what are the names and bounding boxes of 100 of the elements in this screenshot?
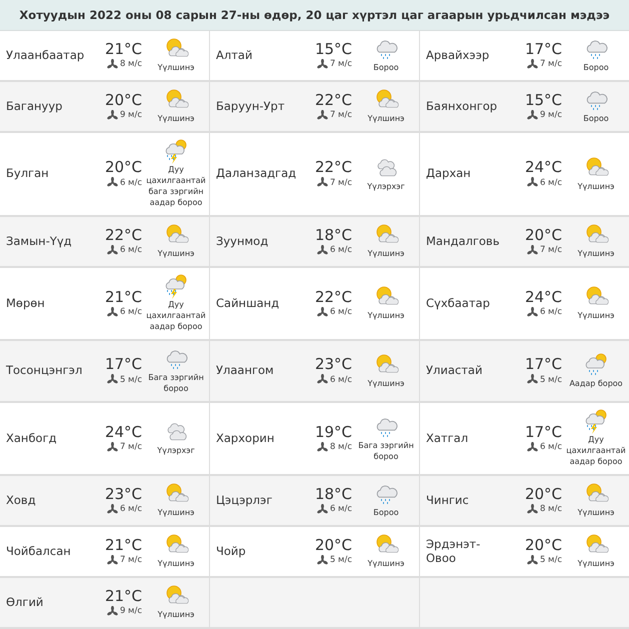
- fan-icon: [106, 110, 118, 120]
- wind-speed: 5 м/с: [330, 555, 352, 565]
- city-name: Алтай: [216, 48, 254, 62]
- fan-icon: [316, 374, 328, 385]
- wind-speed: 9 м/с: [120, 606, 142, 616]
- fan-icon: [106, 374, 118, 385]
- weather-description: Бороо: [372, 507, 400, 518]
- weather-description: Үүлшинэ: [156, 248, 196, 259]
- city-name: Мандалговь: [426, 234, 500, 248]
- temperature: 17°C: [524, 355, 562, 373]
- fan-icon: [316, 554, 328, 566]
- weather-description: Дуу цахилгаантай аадар бороо: [565, 434, 627, 467]
- fan-icon: [526, 110, 538, 120]
- weather-description: Үүлшинэ: [156, 507, 196, 518]
- fan-icon: [316, 177, 328, 188]
- weather-description: Үүлшинэ: [156, 609, 196, 620]
- wind-speed: 6 м/с: [120, 245, 142, 255]
- fan-icon: [316, 110, 328, 120]
- weather-description: Дуу цахилгаантай аадар бороо: [145, 299, 207, 332]
- temperature: 20°C: [524, 536, 562, 554]
- weather-description: Үүлшинэ: [576, 248, 616, 259]
- city-name: Даланзадгад: [216, 166, 298, 180]
- weather-description: Үүлшинэ: [366, 558, 406, 569]
- fan-icon: [106, 442, 118, 452]
- temperature: 24°C: [524, 288, 562, 306]
- temperature: 15°C: [524, 90, 562, 108]
- weather-description: Дуу цахилгаантай бага зэргийн аадар бороо: [145, 164, 207, 208]
- weather-description: Үүлшинэ: [366, 378, 406, 388]
- fan-icon: [316, 306, 328, 318]
- wind-speed: 6 м/с: [540, 307, 562, 317]
- fan-icon: [526, 374, 538, 385]
- weather-description: Үүлшинэ: [576, 507, 616, 518]
- wind-speed: 6 м/с: [540, 442, 562, 452]
- weather-description: Үүлшинэ: [366, 113, 406, 124]
- temperature: 19°C: [314, 422, 352, 440]
- wind-speed: 6 м/с: [120, 307, 142, 317]
- weather-description: Бага зэргийн бороо: [357, 440, 415, 462]
- city-name: Ховд: [6, 492, 37, 506]
- weather-description: Бороо: [582, 113, 610, 124]
- temperature: 18°C: [314, 484, 352, 502]
- city-name: Чойбалсан: [6, 544, 72, 558]
- city-name: Улаангом: [216, 363, 275, 377]
- wind-speed: 7 м/с: [330, 178, 352, 188]
- fan-icon: [526, 58, 538, 70]
- wind-speed: 6 м/с: [330, 504, 352, 514]
- wind-speed: 7 м/с: [330, 59, 352, 69]
- temperature: 24°C: [524, 158, 562, 176]
- weather-description: Үүлшинэ: [156, 62, 196, 73]
- temperature: 22°C: [104, 226, 142, 244]
- city-name: Цэцэрлэг: [216, 492, 274, 506]
- temperature: 17°C: [524, 422, 562, 440]
- temperature: 22°C: [314, 90, 352, 108]
- weather-description: Бага зэргийн бороо: [147, 372, 205, 394]
- temperature: 24°C: [104, 422, 142, 440]
- temperature: 20°C: [104, 90, 142, 108]
- temperature: 18°C: [314, 226, 352, 244]
- weather-description: Үүлэрхэг: [156, 445, 196, 456]
- city-name: Чингис: [426, 492, 470, 506]
- city-name: Ханбогд: [6, 430, 58, 444]
- fan-icon: [526, 554, 538, 566]
- fan-icon: [526, 504, 538, 514]
- temperature: 21°C: [104, 586, 142, 604]
- weather-description: Үүлшинэ: [576, 180, 616, 192]
- weather-description: Бороо: [372, 62, 400, 73]
- wind-speed: 5 м/с: [120, 374, 142, 384]
- forecast-title: Хотуудын 2022 оны 08 сарын 27-ны өдөр, 20 цаг хүртэл цаг агаарын урьдчилсан мэдээ: [0, 0, 629, 31]
- wind-speed: 5 м/с: [540, 374, 562, 384]
- weather-description: Бороо: [582, 62, 610, 73]
- fan-icon: [106, 58, 118, 70]
- fan-icon: [316, 244, 328, 256]
- city-name: Хархорин: [216, 430, 276, 444]
- city-name: Мөрөн: [6, 296, 46, 310]
- temperature: 22°C: [314, 158, 352, 176]
- weather-description: Үүлшинэ: [576, 310, 616, 321]
- weather-description: Үүлэрхэг: [366, 180, 406, 192]
- fan-icon: [106, 606, 118, 616]
- temperature: 15°C: [314, 40, 352, 58]
- wind-speed: 6 м/с: [120, 178, 142, 188]
- fan-icon: [316, 504, 328, 514]
- temperature: 23°C: [104, 484, 142, 502]
- fan-icon: [316, 58, 328, 70]
- city-name: Арвайхээр: [426, 48, 490, 62]
- weather-description: Аадар бороо: [568, 378, 624, 388]
- fan-icon: [526, 177, 538, 188]
- temperature: 21°C: [104, 288, 142, 306]
- fan-icon: [106, 177, 118, 188]
- temperature: 21°C: [104, 40, 142, 58]
- weather-description: Үүлшинэ: [576, 558, 616, 569]
- fan-icon: [526, 306, 538, 318]
- weather-description: Үүлшинэ: [366, 248, 406, 259]
- temperature: 20°C: [524, 484, 562, 502]
- wind-speed: 8 м/с: [540, 504, 562, 514]
- city-name: Эрдэнэт-Овоо: [426, 536, 482, 564]
- city-name: Тосонцэнгэл: [6, 363, 84, 377]
- city-name: Улаанбаатар: [6, 48, 86, 62]
- city-name: Улиастай: [426, 363, 484, 377]
- city-name: Хатгал: [426, 430, 470, 444]
- temperature: 21°C: [104, 536, 142, 554]
- fan-icon: [106, 306, 118, 318]
- city-name: Баруун-Урт: [216, 98, 286, 112]
